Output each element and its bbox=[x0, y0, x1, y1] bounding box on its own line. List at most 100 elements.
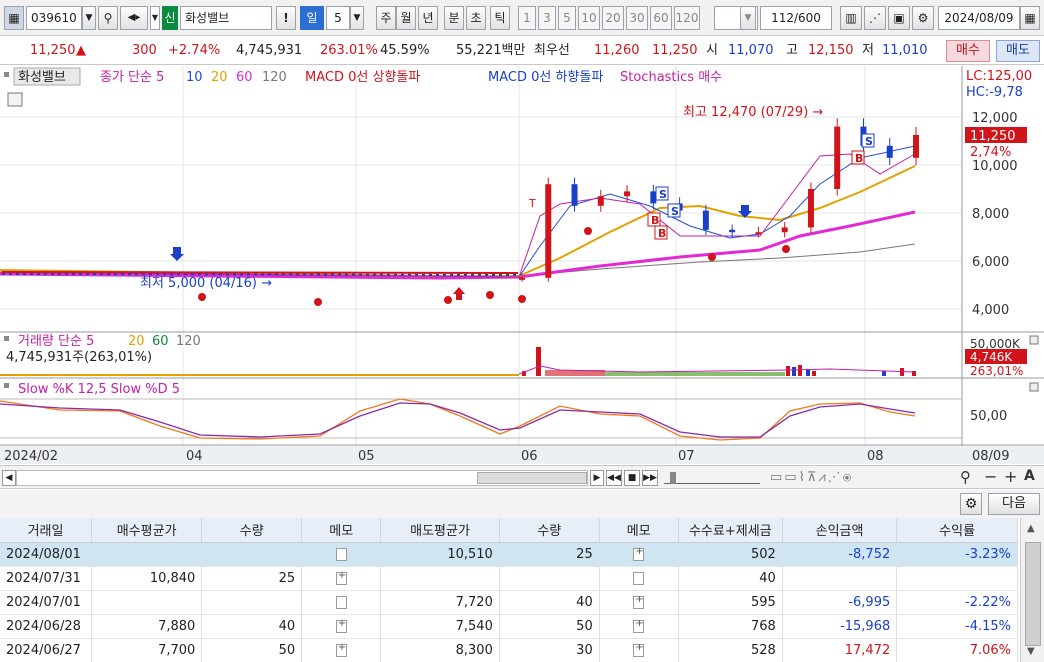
stop-icon[interactable]: ■ bbox=[624, 470, 640, 486]
drawing-tools-icon[interactable]: ▭▭⌇⊼⩘⋰⦿ bbox=[770, 470, 853, 485]
new-badge: 신 bbox=[162, 6, 178, 30]
xlabel-jul: 07 bbox=[678, 449, 695, 464]
data-count-field[interactable]: 112/600 bbox=[760, 6, 832, 30]
custom-period-dropdown-icon[interactable]: ▼ bbox=[740, 6, 756, 30]
memo-empty-icon[interactable] bbox=[335, 547, 347, 561]
memo-empty-icon[interactable] bbox=[633, 571, 645, 585]
chart-type-icon[interactable]: ▥ bbox=[840, 6, 862, 30]
minute-button-30[interactable]: 30 bbox=[626, 6, 648, 30]
minus-icon[interactable]: − bbox=[984, 467, 997, 486]
memo-add-icon[interactable] bbox=[335, 642, 347, 657]
stock-name-field[interactable]: 화성밸브 bbox=[180, 6, 272, 30]
volume-panel-close-icon[interactable] bbox=[1029, 335, 1039, 345]
col-header-8[interactable]: 손익금액 bbox=[782, 518, 898, 543]
scroll-down-icon[interactable]: ▼ bbox=[1027, 646, 1035, 657]
period-button-5[interactable]: 틱 bbox=[490, 6, 510, 30]
trade-amount: 55,221백만 bbox=[456, 43, 526, 58]
table-row[interactable]: 2024/06/287,88040 7,54050 768-15,968-4.15% bbox=[0, 614, 1018, 639]
chart-toolbar: ▦ 039610 ▼ ⚲ ◀▸ ▼ 신 화성밸브 ! 일 5 ▼ 주월년분초틱 … bbox=[0, 0, 1044, 36]
prev-next-icon[interactable]: ◀▸ bbox=[120, 6, 148, 30]
fast-forward-icon[interactable]: ▶▶ bbox=[642, 470, 658, 486]
memo-add-icon[interactable] bbox=[335, 618, 347, 633]
stock-code-input[interactable]: 039610 bbox=[26, 6, 82, 30]
memo-empty-icon[interactable] bbox=[335, 595, 347, 609]
col-header-9[interactable]: 수익률 bbox=[896, 518, 1018, 543]
scroll-track[interactable] bbox=[16, 470, 588, 486]
table-scrollbar[interactable]: ▲ ▼ bbox=[1020, 518, 1044, 662]
sell-button[interactable]: 매도 bbox=[996, 40, 1040, 62]
scroll-left-icon[interactable]: ◀ bbox=[2, 470, 16, 486]
col-header-1[interactable]: 매수평균가 bbox=[91, 518, 203, 543]
period-count-input[interactable]: 5 bbox=[326, 6, 350, 30]
zoom-slider-handle[interactable] bbox=[670, 472, 676, 484]
font-size-icon[interactable]: A bbox=[1024, 468, 1035, 484]
table-row[interactable]: 2024/06/277,70050 8,30030 52817,4727.06% bbox=[0, 638, 1018, 662]
code-dropdown-icon[interactable]: ▼ bbox=[82, 6, 96, 30]
minute-button-60[interactable]: 60 bbox=[650, 6, 672, 30]
period-count-dropdown-icon[interactable]: ▼ bbox=[350, 6, 364, 30]
grid-menu-icon[interactable]: ▦ bbox=[4, 6, 24, 30]
drawing-tool-icon[interactable]: ⋰ bbox=[864, 6, 886, 30]
col-header-6[interactable]: 메모 bbox=[599, 518, 679, 543]
minute-button-10[interactable]: 10 bbox=[578, 6, 600, 30]
minute-button-120[interactable]: 120 bbox=[674, 6, 700, 30]
memo-add-icon[interactable] bbox=[633, 546, 645, 561]
chart-area[interactable]: 화성밸브 종가 단순 5 10 20 60 120 MACD 0선 상향돌파 M… bbox=[0, 66, 1044, 464]
scroll-up-icon[interactable]: ▲ bbox=[1027, 523, 1035, 534]
minute-button-5[interactable]: 5 bbox=[558, 6, 576, 30]
zoom-slider[interactable] bbox=[664, 472, 760, 484]
price-chart-svg[interactable]: 화성밸브 종가 단순 5 10 20 60 120 MACD 0선 상향돌파 M… bbox=[0, 66, 1044, 464]
memo-add-icon[interactable] bbox=[633, 594, 645, 609]
stock-dropdown-icon[interactable]: ▼ bbox=[150, 6, 160, 30]
period-button-1[interactable]: 월 bbox=[396, 6, 416, 30]
search-icon[interactable]: ⚲ bbox=[98, 6, 118, 30]
date-input[interactable]: 2024/08/09 bbox=[938, 6, 1020, 30]
save-icon[interactable]: ▣ bbox=[888, 6, 910, 30]
legend-ma10: 10 bbox=[186, 70, 203, 85]
calendar-icon[interactable]: ▦ bbox=[1020, 6, 1040, 30]
col-header-5[interactable]: 수량 bbox=[499, 518, 600, 543]
rewind-icon[interactable]: ◀◀ bbox=[606, 470, 622, 486]
cell-7: 40 bbox=[678, 566, 783, 591]
candle-body bbox=[519, 277, 525, 280]
stock-name: 화성밸브 bbox=[185, 11, 230, 25]
col-header-4[interactable]: 매도평균가 bbox=[380, 518, 500, 543]
cell-0: 2024/07/01 bbox=[0, 590, 93, 615]
table-row[interactable]: 2024/07/3110,84025 40 bbox=[0, 566, 1018, 591]
memo-add-icon[interactable] bbox=[633, 618, 645, 633]
table-row[interactable]: 2024/08/01 10,51025 502-8,752-3.23% bbox=[0, 542, 1018, 567]
cell-5 bbox=[499, 566, 600, 591]
xlabel-feb: 2024/02 bbox=[4, 449, 58, 464]
data-table-icon[interactable] bbox=[7, 92, 23, 107]
period-button-4[interactable]: 초 bbox=[466, 6, 486, 30]
alert-button[interactable]: ! bbox=[276, 6, 296, 30]
best-bid: 11,250 bbox=[652, 43, 698, 58]
period-button-0[interactable]: 주 bbox=[376, 6, 396, 30]
memo-add-icon[interactable] bbox=[633, 642, 645, 657]
period-button-2[interactable]: 년 bbox=[418, 6, 438, 30]
memo-cell bbox=[301, 638, 382, 662]
gear-icon[interactable]: ⚙ bbox=[912, 6, 934, 30]
scroll-thumb[interactable] bbox=[477, 472, 587, 484]
period-button-3[interactable]: 분 bbox=[444, 6, 464, 30]
period-daily-button[interactable]: 일 bbox=[300, 6, 324, 30]
cell-9: 7.06% bbox=[896, 638, 1018, 662]
minute-button-1[interactable]: 1 bbox=[518, 6, 536, 30]
next-button[interactable]: 다음 bbox=[988, 493, 1040, 515]
table-settings-gear-icon[interactable]: ⚙ bbox=[960, 493, 982, 515]
col-header-7[interactable]: 수수료+제세금 bbox=[678, 518, 783, 543]
col-header-3[interactable]: 메모 bbox=[301, 518, 382, 543]
plus-icon[interactable]: + bbox=[1004, 467, 1017, 486]
minute-button-3[interactable]: 3 bbox=[538, 6, 556, 30]
minute-button-20[interactable]: 20 bbox=[602, 6, 624, 30]
stoch-panel-close-icon[interactable] bbox=[1029, 382, 1039, 392]
memo-cell bbox=[301, 590, 382, 615]
col-header-0[interactable]: 거래일 bbox=[0, 518, 93, 543]
buy-button[interactable]: 매수 bbox=[946, 40, 990, 62]
memo-add-icon[interactable] bbox=[335, 570, 347, 585]
table-scroll-thumb[interactable] bbox=[1025, 542, 1041, 646]
scroll-right-icon[interactable]: ▶ bbox=[590, 470, 604, 486]
zoom-out-icon[interactable]: ⚲ bbox=[960, 468, 971, 486]
table-row[interactable]: 2024/07/01 7,72040 595-6,995-2.22% bbox=[0, 590, 1018, 615]
col-header-2[interactable]: 수량 bbox=[201, 518, 303, 543]
